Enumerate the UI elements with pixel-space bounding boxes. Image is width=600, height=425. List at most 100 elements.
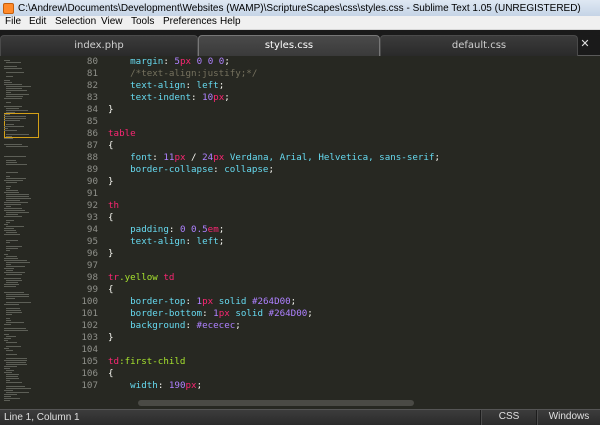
code-line[interactable]: 85 bbox=[66, 116, 600, 128]
code-token: width bbox=[130, 380, 158, 391]
minimap-line bbox=[4, 340, 8, 341]
code-line[interactable]: 99 { bbox=[66, 284, 600, 296]
minimap-line bbox=[4, 268, 14, 269]
minimap-line bbox=[4, 120, 20, 121]
code-token: : bbox=[202, 308, 214, 319]
code-text: text-align: left; bbox=[108, 80, 224, 92]
code-line[interactable]: 107 width: 190px; bbox=[66, 380, 600, 392]
code-token: : bbox=[185, 320, 197, 331]
minimap-line bbox=[6, 386, 25, 387]
code-line[interactable]: 89 border-collapse: collapse; bbox=[66, 164, 600, 176]
code-token: text-align bbox=[130, 236, 186, 247]
code-line[interactable]: 103} bbox=[66, 332, 600, 344]
code-token: #264D00 bbox=[268, 308, 308, 319]
code-line[interactable]: 83 text-indent: 10px; bbox=[66, 92, 600, 104]
code-line[interactable]: 87 { bbox=[66, 140, 600, 152]
line-endings-selector[interactable]: Windows bbox=[536, 410, 600, 425]
code-token: ; bbox=[196, 380, 203, 391]
code-line[interactable]: 84} bbox=[66, 104, 600, 116]
code-token: } bbox=[108, 176, 114, 187]
code-token: ; bbox=[218, 80, 225, 91]
minimap-line bbox=[6, 136, 12, 137]
code-token: #264D00 bbox=[251, 296, 291, 307]
menu-file[interactable]: File bbox=[5, 16, 21, 28]
code-line[interactable]: 102 background: #ececec; bbox=[66, 320, 600, 332]
code-token: left bbox=[196, 80, 219, 91]
minimap-line bbox=[4, 292, 24, 293]
code-text: background: #ececec; bbox=[108, 320, 241, 332]
code-token: : bbox=[152, 152, 164, 163]
code-editor[interactable]: 80 margin: 5px 0 0 0; 81 /*text-align:jus… bbox=[66, 56, 600, 398]
menu-selection[interactable]: Selection bbox=[55, 16, 96, 28]
code-text: { bbox=[108, 212, 114, 224]
tab-default-css[interactable]: default.css bbox=[380, 35, 578, 56]
code-line[interactable]: 104 bbox=[66, 344, 600, 356]
minimap-line bbox=[4, 224, 8, 225]
minimap-line bbox=[4, 304, 19, 305]
code-token: } bbox=[108, 104, 114, 115]
minimap[interactable] bbox=[0, 56, 66, 405]
code-line[interactable]: 105 td:first-child bbox=[66, 356, 600, 368]
code-line[interactable]: 86 table bbox=[66, 128, 600, 140]
minimap-line bbox=[6, 282, 18, 283]
minimap-line bbox=[6, 176, 10, 177]
minimap-line bbox=[6, 378, 19, 379]
code-line[interactable]: 98 tr.yellow td bbox=[66, 272, 600, 284]
code-token: : bbox=[213, 164, 225, 175]
menu-help[interactable]: Help bbox=[220, 16, 241, 28]
code-token: : bbox=[185, 296, 197, 307]
code-line[interactable]: 96} bbox=[66, 248, 600, 260]
code-text: th bbox=[108, 200, 119, 212]
minimap-line bbox=[6, 388, 31, 389]
minimap-line bbox=[6, 102, 11, 103]
code-text: font: 11px / 24px Verdana, Arial, Helvet… bbox=[108, 152, 440, 164]
code-line[interactable]: 90} bbox=[66, 176, 600, 188]
code-line[interactable]: 94 padding: 0 0.5em; bbox=[66, 224, 600, 236]
minimap-line bbox=[4, 234, 20, 235]
horizontal-scrollbar[interactable] bbox=[66, 398, 600, 407]
code-token: px bbox=[185, 380, 197, 391]
line-number: 107 bbox=[81, 380, 98, 391]
minimap-line bbox=[4, 338, 11, 339]
menu-view[interactable]: View bbox=[101, 16, 123, 28]
code-line[interactable]: 88 font: 11px / 24px Verdana, Arial, Hel… bbox=[66, 152, 600, 164]
code-line[interactable]: 81 /*text-align:justify;*/ bbox=[66, 68, 600, 80]
menu-edit[interactable]: Edit bbox=[29, 16, 46, 28]
code-line[interactable]: 106 { bbox=[66, 368, 600, 380]
menu-tools[interactable]: Tools bbox=[131, 16, 154, 28]
code-line[interactable]: 93 { bbox=[66, 212, 600, 224]
syntax-selector[interactable]: CSS bbox=[480, 410, 537, 425]
code-text: } bbox=[108, 332, 114, 344]
code-line[interactable]: 100 border-top: 1px solid #264D00; bbox=[66, 296, 600, 308]
code-token: ; bbox=[224, 56, 230, 67]
scrollbar-thumb[interactable] bbox=[138, 400, 414, 406]
code-token: ; bbox=[218, 224, 225, 235]
tab-bar: index.php styles.css default.css ✕ bbox=[0, 30, 600, 56]
tab-styles-css[interactable]: styles.css bbox=[198, 35, 380, 56]
code-line[interactable]: 95 text-align: left; bbox=[66, 236, 600, 248]
menu-preferences[interactable]: Preferences bbox=[163, 16, 217, 28]
minimap-line bbox=[6, 108, 19, 109]
line-number: 87 bbox=[86, 140, 98, 151]
code-line[interactable]: 101 border-bottom: 1px solid #264D00; bbox=[66, 308, 600, 320]
line-number: 82 bbox=[86, 80, 98, 91]
code-line[interactable]: 82 text-align: left; bbox=[66, 80, 600, 92]
code-line[interactable]: 97 bbox=[66, 260, 600, 272]
line-number: 100 bbox=[81, 296, 98, 307]
minimap-line bbox=[4, 68, 22, 69]
close-icon[interactable]: ✕ bbox=[578, 37, 592, 51]
minimap-line bbox=[6, 362, 26, 363]
line-number: 93 bbox=[86, 212, 98, 223]
code-line[interactable]: 91 bbox=[66, 188, 600, 200]
code-line[interactable]: 92 th bbox=[66, 200, 600, 212]
tab-index-php[interactable]: index.php bbox=[0, 35, 198, 56]
code-line[interactable]: 80 margin: 5px 0 0 0; bbox=[66, 56, 600, 68]
minimap-line bbox=[6, 186, 11, 187]
code-token: / bbox=[185, 152, 203, 163]
code-token: : bbox=[191, 92, 203, 103]
minimap-line bbox=[6, 310, 21, 311]
code-token: ; bbox=[218, 236, 225, 247]
code-token: { bbox=[108, 140, 114, 151]
